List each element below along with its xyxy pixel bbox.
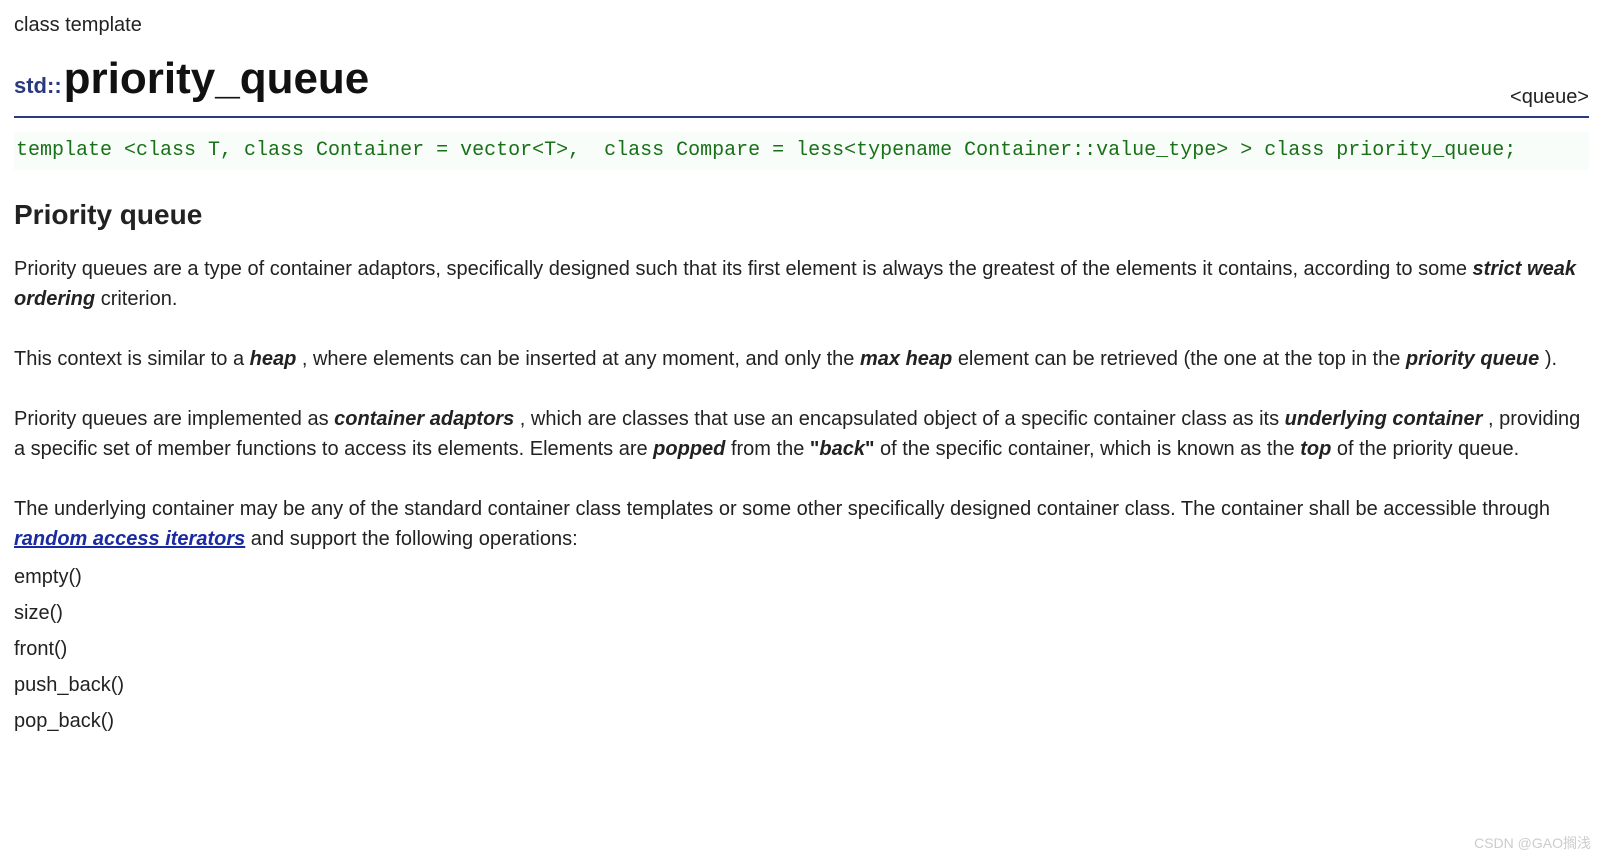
text: Priority queues are implemented as — [14, 408, 334, 430]
quote-close: " — [865, 438, 874, 460]
list-item: size() — [14, 596, 1589, 630]
page-title: Priority queue — [14, 194, 1589, 236]
text: , where elements can be inserted at any … — [302, 348, 860, 370]
list-item: empty() — [14, 560, 1589, 594]
paragraph-2: This context is similar to a heap , wher… — [14, 344, 1589, 374]
text: criterion. — [101, 288, 178, 310]
text: Priority queues are a type of container … — [14, 258, 1473, 280]
emphasis-priority-queue: priority queue — [1406, 348, 1539, 370]
text: element can be retrieved (the one at the… — [958, 348, 1406, 370]
paragraph-3: Priority queues are implemented as conta… — [14, 404, 1589, 464]
text: , which are classes that use an encapsul… — [520, 408, 1285, 430]
emphasis-popped: popped — [653, 438, 725, 460]
emphasis-underlying-container: underlying container — [1285, 408, 1483, 430]
emphasis-top: top — [1300, 438, 1331, 460]
emphasis-max-heap: max heap — [860, 348, 952, 370]
text: of the specific container, which is know… — [880, 438, 1300, 460]
title-left: std:: priority_queue — [14, 46, 369, 112]
template-declaration: template <class T, class Container = vec… — [14, 132, 1589, 170]
paragraph-4: The underlying container may be any of t… — [14, 494, 1589, 554]
emphasis-back: back — [819, 438, 865, 460]
header-include: <queue> — [1510, 82, 1589, 112]
text: and support the following operations: — [251, 528, 578, 550]
class-name: priority_queue — [64, 46, 370, 112]
emphasis-heap: heap — [250, 348, 297, 370]
text: from the — [731, 438, 810, 460]
operations-list: empty() size() front() push_back() pop_b… — [14, 560, 1589, 738]
list-item: push_back() — [14, 668, 1589, 702]
text: The underlying container may be any of t… — [14, 498, 1550, 520]
watermark: CSDN @GAO搁浅 — [1474, 833, 1591, 854]
text: This context is similar to a — [14, 348, 250, 370]
emphasis-container-adaptors: container adaptors — [334, 408, 514, 430]
quote-open: " — [810, 438, 819, 460]
title-row: std:: priority_queue <queue> — [14, 46, 1589, 118]
class-template-label: class template — [14, 10, 1589, 40]
list-item: front() — [14, 632, 1589, 666]
paragraph-1: Priority queues are a type of container … — [14, 254, 1589, 314]
text: ). — [1545, 348, 1557, 370]
link-random-access-iterators[interactable]: random access iterators — [14, 528, 245, 550]
list-item: pop_back() — [14, 704, 1589, 738]
text: of the priority queue. — [1337, 438, 1519, 460]
namespace: std:: — [14, 69, 62, 102]
